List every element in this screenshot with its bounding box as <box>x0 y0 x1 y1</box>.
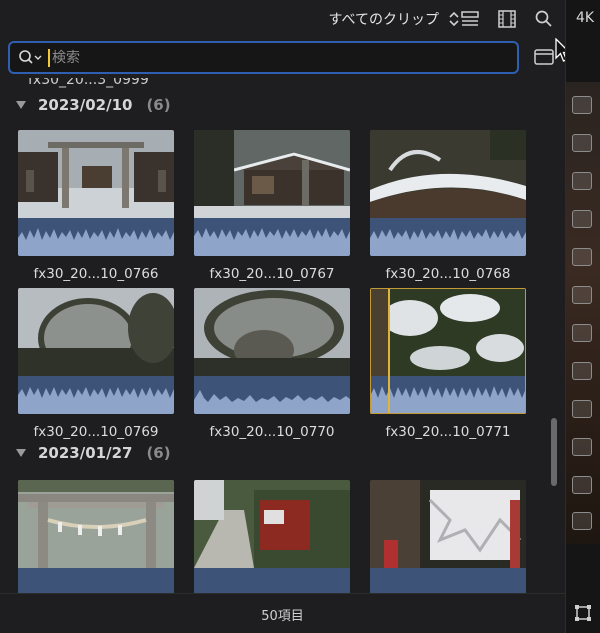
checkbox[interactable] <box>572 248 592 266</box>
clip-thumbnail[interactable] <box>194 288 350 414</box>
video-frame-image <box>370 480 526 568</box>
clip-thumbnail[interactable] <box>194 130 350 256</box>
list-view-icon[interactable] <box>459 9 481 29</box>
checkbox[interactable] <box>572 362 592 380</box>
clip-appearance-icon[interactable] <box>533 47 555 67</box>
vertical-scrollbar[interactable] <box>548 78 560 593</box>
video-frame-image <box>194 130 350 218</box>
clip-item[interactable] <box>370 480 526 593</box>
disclosure-triangle-icon[interactable] <box>16 449 26 457</box>
clip-item[interactable]: fx30_20...10_0771 <box>370 288 526 440</box>
filmstrip-icon[interactable] <box>496 9 518 29</box>
clip-thumbnail[interactable] <box>370 130 526 256</box>
checkbox[interactable] <box>572 210 592 228</box>
checkbox[interactable] <box>572 512 592 530</box>
viewer-side-strip: 4K <box>565 0 600 633</box>
clip-filter-popup[interactable]: すべてのクリップ <box>329 9 439 29</box>
audio-waveform <box>194 376 350 414</box>
scroll-thumb[interactable] <box>551 418 557 486</box>
search-options-icon[interactable] <box>18 49 44 67</box>
video-frame-image <box>18 480 174 568</box>
video-frame-image <box>194 288 350 376</box>
resolution-label: 4K <box>576 10 595 26</box>
checkbox[interactable] <box>572 400 592 418</box>
clip-item[interactable]: fx30_20...10_0767 <box>194 130 350 282</box>
clip-thumbnail[interactable] <box>370 480 526 593</box>
clip-name: fx30_20...10_0769 <box>33 424 159 440</box>
clip-item[interactable]: fx30_20...10_0770 <box>194 288 350 440</box>
checkbox[interactable] <box>572 286 592 304</box>
audio-waveform <box>194 218 350 256</box>
checkbox[interactable] <box>572 96 592 114</box>
date-group-header[interactable]: 2023/02/10 (6) <box>16 94 171 116</box>
audio-waveform <box>194 568 350 593</box>
clip-item[interactable] <box>18 480 174 593</box>
audio-waveform <box>370 376 526 414</box>
clip-name: fx30_20...10_0768 <box>385 266 511 282</box>
group-count: (6) <box>146 96 171 114</box>
checkbox[interactable] <box>572 438 592 456</box>
checkbox[interactable] <box>572 476 592 494</box>
video-frame-image <box>370 130 526 218</box>
video-frame-image <box>18 288 174 376</box>
clip-thumbnail[interactable] <box>18 288 174 414</box>
clip-name: fx30_20...10_0770 <box>209 424 335 440</box>
text-caret <box>48 49 50 67</box>
browser-panel: すべてのクリップ 検索 fx30_20...3_0999 2023/02/10 … <box>0 0 572 633</box>
clip-name: fx30_20...3_0999 <box>28 78 149 88</box>
skimmer-playhead[interactable] <box>388 288 390 414</box>
clip-item[interactable]: fx30_20...10_0769 <box>18 288 174 440</box>
clip-name: fx30_20...10_0771 <box>385 424 511 440</box>
group-count: (6) <box>146 444 171 462</box>
audio-waveform <box>370 568 526 593</box>
video-frame-image <box>194 480 350 568</box>
search-input[interactable] <box>52 47 502 69</box>
group-date: 2023/01/27 <box>38 444 133 462</box>
clip-item[interactable]: fx30_20...10_0768 <box>370 130 526 282</box>
video-frame-image <box>370 288 526 376</box>
clip-thumbnail[interactable] <box>18 130 174 256</box>
audio-waveform <box>18 218 174 256</box>
audio-waveform <box>18 376 174 414</box>
item-count: 50項目 <box>261 609 304 624</box>
clip-list: fx30_20...3_0999 2023/02/10 (6) fx30_20.… <box>0 78 548 593</box>
clip-thumbnail[interactable] <box>194 480 350 593</box>
search-icon[interactable] <box>533 9 555 29</box>
group-date: 2023/02/10 <box>38 96 133 114</box>
disclosure-triangle-icon[interactable] <box>16 101 26 109</box>
browser-footer: 50項目 <box>0 593 565 633</box>
checkbox[interactable] <box>572 324 592 342</box>
clip-name: fx30_20...10_0766 <box>33 266 159 282</box>
search-field[interactable] <box>8 41 519 74</box>
date-group-header[interactable]: 2023/01/27 (6) <box>16 442 171 464</box>
checkbox[interactable] <box>572 134 592 152</box>
clip-item[interactable] <box>194 480 350 593</box>
audio-waveform <box>370 218 526 256</box>
transform-icon[interactable] <box>573 603 593 623</box>
clip-item[interactable]: fx30_20...10_0766 <box>18 130 174 282</box>
video-frame-image <box>18 130 174 218</box>
clip-thumbnail[interactable] <box>18 480 174 593</box>
checkbox[interactable] <box>572 172 592 190</box>
clip-name: fx30_20...10_0767 <box>209 266 335 282</box>
browser-toolbar: すべてのクリップ <box>0 0 565 40</box>
clip-thumbnail[interactable] <box>370 288 526 414</box>
audio-waveform <box>18 568 174 593</box>
